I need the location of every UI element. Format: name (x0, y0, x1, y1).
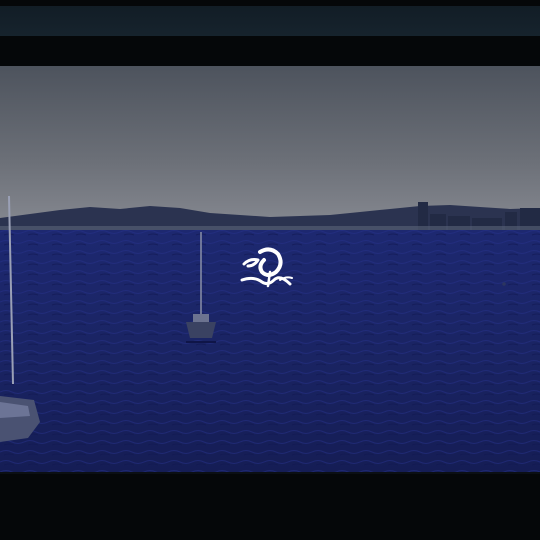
buoy (502, 282, 506, 286)
sky (0, 66, 540, 226)
bottom-divider (0, 472, 540, 474)
bottom-letterbox-bar (0, 472, 540, 540)
top-toolbar-strip (0, 6, 540, 36)
top-letterbox-bar (0, 0, 540, 36)
brush-script-logo-icon (240, 247, 293, 288)
